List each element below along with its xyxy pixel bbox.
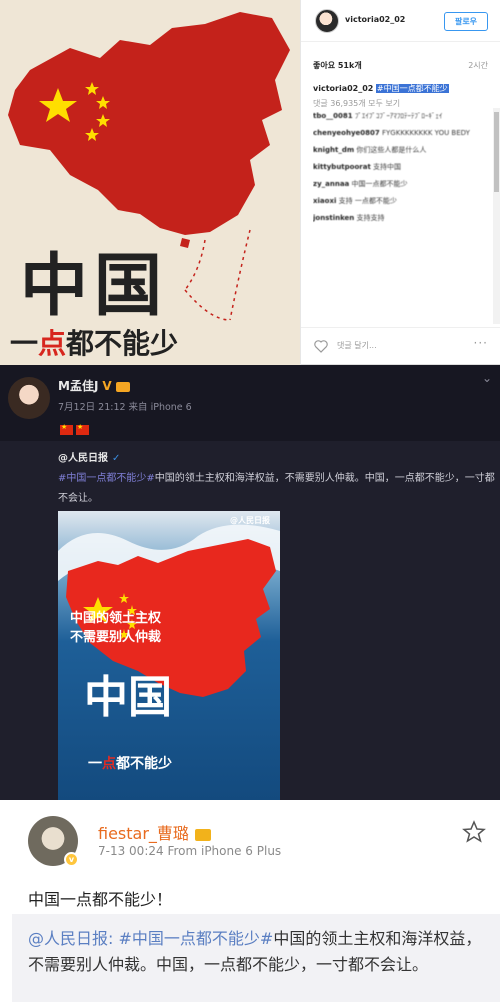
comment-text: 中国一点都不能少	[351, 180, 408, 188]
post-time: 2시간	[468, 61, 488, 70]
comment-item: xiaoxi 支持 一点都不能少	[313, 197, 483, 206]
scrollbar-thumb[interactable]	[494, 112, 499, 192]
comment-text: 支持中国	[373, 163, 402, 171]
comment-text: 你们这些人都是什么人	[356, 146, 427, 154]
comment-input[interactable]: 댓글 달기...	[337, 340, 377, 351]
china-flag-icon	[60, 423, 73, 435]
comment-text: 支持支持	[356, 214, 385, 222]
comment-text: ﾌﾟｴｲﾌﾟｺﾌﾞｰｱﾏﾌﾛﾃｰﾃﾌﾞﾛｰｷﾞｪｲ	[354, 112, 443, 120]
flag-emojis	[60, 420, 92, 439]
post-meta: 7-13 00:24 From iPhone 6 Plus	[98, 844, 282, 858]
image-subtitle: 一点都不能少	[88, 756, 172, 772]
comment-item: zy_annaa 中国一点都不能少	[313, 180, 483, 189]
repost-block[interactable]: @人民日报 ✓ #中国一点都不能少#中国的领土主权和海洋权益，不需要别人仲裁。中国…	[0, 441, 500, 801]
avatar[interactable]	[8, 377, 50, 419]
caption-user[interactable]: victoria02_02	[313, 84, 373, 93]
crown-icon	[194, 828, 211, 841]
repost-hashtag[interactable]: #中国一点都不能少#	[58, 473, 155, 484]
comment-item: kittybutpoorat 支持中国	[313, 163, 483, 172]
comment-user[interactable]: jonstinken	[313, 214, 354, 222]
repost-author[interactable]: @人民日报	[58, 453, 108, 464]
more-options-icon[interactable]: ···	[474, 336, 488, 350]
post-header: victoria02_02 팔로우	[301, 0, 500, 42]
comment-text: FYGKKKKKKKK YOU BEDY	[382, 129, 470, 137]
image-title: 中国	[20, 246, 169, 326]
avatar[interactable]	[315, 9, 339, 33]
crown-icon	[115, 381, 130, 392]
heart-icon[interactable]	[313, 338, 329, 354]
post-meta: 7月12日 21:12 来自 iPhone 6	[58, 402, 192, 413]
comment-item: tbo__0081 ﾌﾟｴｲﾌﾟｺﾌﾞｰｱﾏﾌﾛﾃｰﾃﾌﾞﾛｰｷﾞｪｲ	[313, 112, 483, 121]
username[interactable]: victoria02_02	[345, 15, 405, 24]
comment-user[interactable]: xiaoxi	[313, 197, 336, 205]
comment-item: knight_dm 你们这些人都是什么人	[313, 146, 483, 155]
comment-user[interactable]: zy_annaa	[313, 180, 349, 188]
image-subtitle: 一点都不能少	[10, 327, 179, 360]
comment-user[interactable]: tbo__0081	[313, 112, 353, 120]
instagram-post: 中国 一点都不能少 victoria02_02 팔로우 좋아요 51k개 2시간…	[0, 0, 500, 365]
user-name[interactable]: fiestar_曹璐	[98, 820, 211, 844]
comments-list: tbo__0081 ﾌﾟｴｲﾌﾟｺﾌﾞｰｱﾏﾌﾛﾃｰﾃﾌﾞﾛｰｷﾞｪｲ cheny…	[313, 112, 483, 324]
verified-badge-icon: v	[64, 852, 79, 867]
weibo-post-light: v fiestar_曹璐 7-13 00:24 From iPhone 6 Pl…	[0, 800, 500, 1002]
caption-hashtag[interactable]: #中国一点都不能少	[375, 84, 449, 93]
comment-item: chenyeohye0807 FYGKKKKKKKK YOU BEDY	[313, 129, 483, 138]
repost-block[interactable]: @人民日报: #中国一点都不能少#中国的领土主权和海洋权益，不需要别人仲裁。中国…	[12, 914, 500, 1002]
chevron-down-icon[interactable]: ⌄	[482, 371, 492, 385]
comment-text: 支持 一点都不能少	[338, 197, 397, 205]
comment-user[interactable]: chenyeohye0807	[313, 129, 380, 137]
repost-text: @人民日报: #中国一点都不能少#中国的领土主权和海洋权益，不需要别人仲裁。中国…	[28, 926, 488, 978]
people-daily-logo: @人民日报	[230, 516, 270, 525]
repost-image[interactable]: @人民日报 中国的领土主权 不需要别人仲裁 中国 一点都不能少	[58, 511, 280, 801]
comments-scrollbar[interactable]	[493, 108, 500, 324]
star-icon[interactable]	[462, 820, 486, 844]
comment-user[interactable]: knight_dm	[313, 146, 354, 154]
follow-button[interactable]: 팔로우	[444, 12, 488, 31]
image-caption: 中国的领土主权 不需要别人仲裁	[70, 611, 162, 645]
post-sidebar: victoria02_02 팔로우 좋아요 51k개 2시간 victoria0…	[300, 0, 500, 365]
weibo-post-dark: M孟佳JV 7月12日 21:12 来自 iPhone 6 ⌄ @人民日报 ✓ #…	[0, 365, 500, 801]
user-name[interactable]: M孟佳J V	[58, 377, 130, 394]
post-text: 中国一点都不能少！	[28, 890, 173, 909]
view-all-comments-link[interactable]: 댓글 36,935개 모두 보기	[313, 98, 400, 109]
repost-text: @人民日报 ✓ #中国一点都不能少#中国的领土主权和海洋权益，不需要别人仲裁。中国…	[58, 449, 498, 509]
post-image[interactable]: 中国 一点都不能少	[0, 0, 300, 365]
caption: victoria02_02 #中国一点都不能少	[313, 83, 449, 94]
image-title: 中国	[84, 672, 172, 723]
china-flag-icon	[76, 423, 89, 435]
likes-count[interactable]: 좋아요 51k개	[313, 60, 362, 71]
comment-item: jonstinken 支持支持	[313, 214, 483, 223]
repost-hashtag[interactable]: #中国一点都不能少#	[113, 929, 273, 948]
comment-user[interactable]: kittybutpoorat	[313, 163, 371, 171]
repost-author[interactable]: @人民日报:	[28, 929, 113, 948]
verified-icon: ✓	[112, 453, 121, 464]
verified-icon: V	[102, 379, 112, 393]
post-footer: 댓글 달기... ···	[301, 327, 500, 365]
